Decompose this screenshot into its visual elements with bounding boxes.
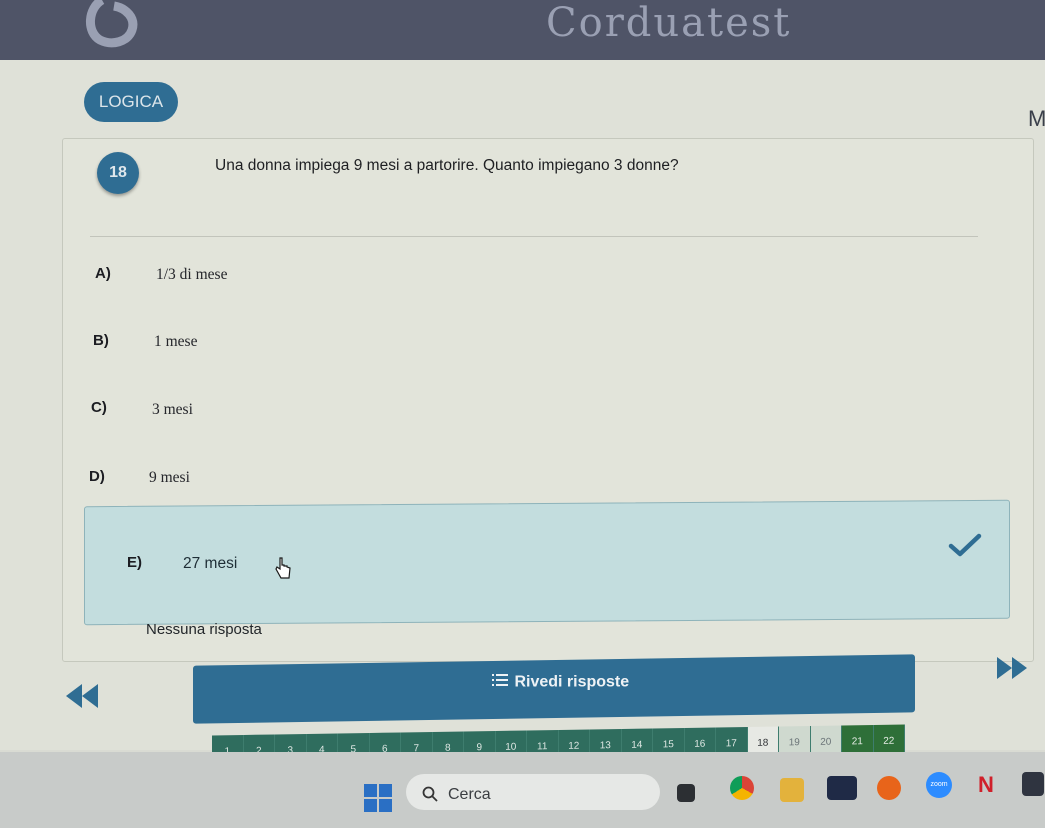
question-text: Una donna impiega 9 mesi a partorire. Qu…	[215, 157, 679, 174]
divider	[90, 236, 978, 237]
option-text: 3 mesi	[152, 401, 193, 418]
disney-plus-icon[interactable]	[827, 776, 857, 800]
app-icon[interactable]	[1022, 772, 1044, 796]
option-letter: D)	[89, 468, 105, 485]
review-answers-label: Rivedi risposte	[492, 673, 629, 692]
review-answers-text: Rivedi risposte	[514, 673, 630, 691]
list-icon	[492, 673, 510, 692]
file-explorer-icon[interactable]	[780, 778, 804, 802]
subject-badge: LOGICA	[84, 82, 178, 122]
question-nav-item[interactable]: 21	[842, 725, 874, 754]
search-placeholder: Cerca	[448, 786, 491, 803]
brand-logo-icon	[86, 0, 138, 48]
taskbar-search[interactable]	[406, 774, 660, 810]
option-letter: A)	[95, 265, 111, 282]
app-header: Corduatest	[0, 0, 1045, 60]
chrome-icon[interactable]	[730, 776, 754, 800]
option-text: 9 mesi	[149, 469, 190, 486]
previous-icon[interactable]	[62, 682, 102, 710]
question-nav-item[interactable]: 20	[810, 725, 842, 755]
option-text: 27 mesi	[183, 555, 238, 572]
netflix-icon[interactable]: N	[978, 772, 998, 797]
task-view-icon[interactable]	[677, 784, 695, 802]
no-answer-option[interactable]: Nessuna risposta	[146, 621, 262, 638]
checkmark-icon	[948, 533, 982, 557]
next-icon[interactable]	[995, 655, 1029, 681]
question-nav-item[interactable]: 19	[779, 726, 811, 755]
option-letter: E)	[127, 554, 142, 571]
windows-start-icon[interactable]	[364, 784, 392, 812]
question-number: 18	[97, 152, 139, 194]
edge-label: M	[1028, 106, 1045, 131]
option-letter: B)	[93, 332, 109, 349]
question-nav-item[interactable]: 22	[873, 724, 905, 754]
zoom-icon[interactable]: zoom	[926, 772, 952, 798]
brand-title: Corduatest	[546, 0, 792, 46]
question-nav-item[interactable]: 18	[747, 726, 779, 756]
option-letter: C)	[91, 399, 107, 416]
firefox-icon[interactable]	[877, 776, 901, 800]
option-text: 1 mese	[154, 333, 198, 350]
option-text: 1/3 di mese	[156, 266, 228, 283]
hand-cursor-icon	[275, 557, 291, 579]
search-icon	[422, 786, 438, 802]
